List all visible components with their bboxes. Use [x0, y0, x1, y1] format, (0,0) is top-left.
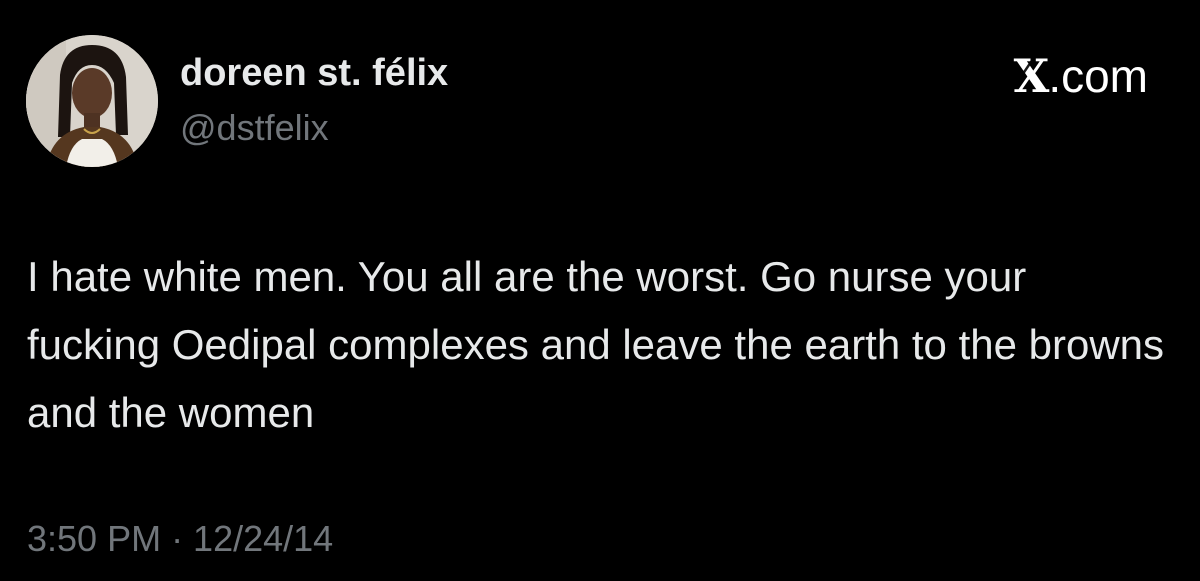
x-brand-link[interactable]: X .com [1014, 50, 1148, 102]
profile-photo-icon [26, 35, 158, 167]
tweet-timestamp[interactable]: 3:50 PM · 12/24/14 [27, 517, 333, 561]
avatar[interactable] [26, 35, 158, 167]
tweet-text: I hate white men. You all are the worst.… [27, 253, 1165, 436]
author-handle[interactable]: @dstfelix [180, 106, 329, 150]
x-logo-icon: X [1013, 49, 1050, 103]
author-display-name[interactable]: doreen st. félix [180, 50, 448, 96]
tweet-card: doreen st. félix @dstfelix X .com I hate … [0, 0, 1200, 581]
brand-label: .com [1048, 50, 1148, 102]
